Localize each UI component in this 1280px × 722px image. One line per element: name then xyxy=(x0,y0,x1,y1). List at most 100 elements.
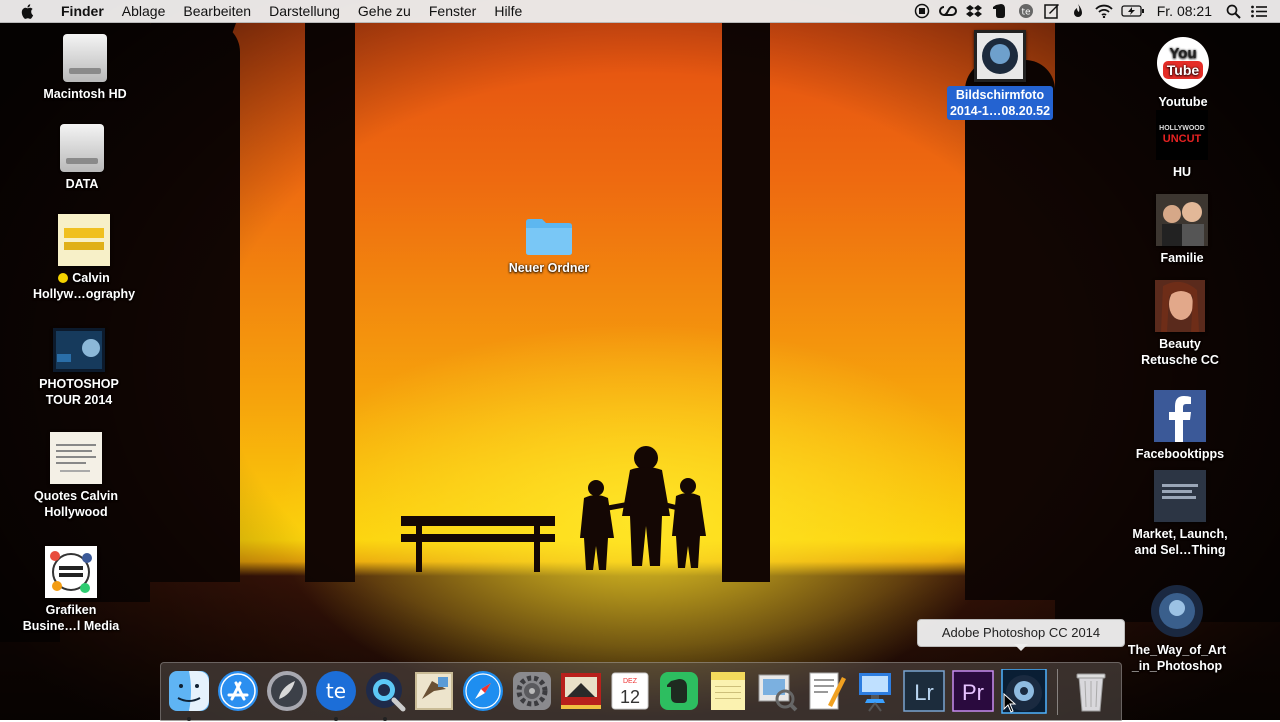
svg-text:te: te xyxy=(1021,8,1031,18)
folder-icon xyxy=(526,219,572,255)
desktop-item-photoshop-tour[interactable]: PHOTOSHOP TOUR 2014 xyxy=(24,328,134,408)
dock-preview[interactable] xyxy=(755,669,799,713)
dock-premiere[interactable]: Pr xyxy=(951,669,995,713)
dock-notes[interactable] xyxy=(706,669,750,713)
gear-icon xyxy=(513,672,551,710)
running-indicator xyxy=(187,717,191,721)
desktop-item-bildschirmfoto[interactable]: Bildschirmfoto 2014-1…08.20.52 xyxy=(945,30,1055,120)
desktop-item-label: Facebooktipps xyxy=(1135,447,1225,461)
dock-quicktime[interactable] xyxy=(363,669,407,721)
wifi-icon[interactable] xyxy=(1095,3,1113,19)
menu-fenster[interactable]: Fenster xyxy=(420,0,485,22)
menu-bearbeiten[interactable]: Bearbeiten xyxy=(174,0,260,22)
flame-icon[interactable] xyxy=(1069,3,1087,19)
menubar-clock[interactable]: Fr. 08:21 xyxy=(1149,3,1220,19)
desktop-item-way-of-art[interactable]: The_Way_of_Art _in_Photoshop xyxy=(1122,584,1232,674)
lightroom-text: Lr xyxy=(914,680,934,705)
facebook-icon xyxy=(1154,390,1206,442)
hard-drive-icon xyxy=(60,124,104,172)
screenshot-thumbnail xyxy=(974,30,1026,82)
hollywood-uncut-icon: HOLLYWOOD UNCUT xyxy=(1156,110,1208,160)
desktop-item-label: Quotes Calvin Hollywood xyxy=(33,489,119,519)
keynote-icon xyxy=(859,673,891,712)
desktop-item-label: PHOTOSHOP TOUR 2014 xyxy=(39,377,119,407)
premiere-icon: Pr xyxy=(952,670,994,712)
calendar-month: DEZ xyxy=(623,678,638,685)
dock-keynote[interactable] xyxy=(853,669,897,713)
dock-separator xyxy=(1057,669,1058,715)
beauty-portrait-thumbnail xyxy=(1155,280,1205,332)
calendar-day: 12 xyxy=(620,687,640,707)
desktop-item-label: Youtube xyxy=(1158,95,1208,109)
te-icon[interactable]: te xyxy=(1017,3,1035,19)
calvin-hollywood-thumbnail xyxy=(58,214,110,266)
desktop-item-neuer-ordner[interactable]: Neuer Ordner xyxy=(494,216,604,276)
apple-menu-icon[interactable] xyxy=(20,3,36,19)
mouse-pointer-icon xyxy=(1003,693,1017,713)
desktop-item-quotes[interactable]: Quotes Calvin Hollywood xyxy=(21,432,131,520)
calendar-icon: DEZ 12 xyxy=(611,672,649,710)
menu-app-finder[interactable]: Finder xyxy=(52,0,113,22)
desktop-item-beauty-retusche[interactable]: Beauty Retusche CC xyxy=(1125,280,1235,368)
evernote-icon[interactable] xyxy=(991,3,1009,19)
notes-icon[interactable] xyxy=(1043,3,1061,19)
dock-system-preferences[interactable] xyxy=(510,669,554,713)
spotlight-icon[interactable] xyxy=(1224,3,1242,19)
quotes-document-thumbnail xyxy=(50,432,102,484)
launchpad-icon xyxy=(267,671,307,711)
running-indicator xyxy=(334,717,338,721)
running-indicator xyxy=(383,717,387,721)
dock-trash[interactable] xyxy=(1069,669,1113,713)
menu-hilfe[interactable]: Hilfe xyxy=(485,0,531,22)
desktop-item-data[interactable]: DATA xyxy=(27,124,137,192)
dock-tooltip: Adobe Photoshop CC 2014 xyxy=(917,619,1125,647)
desktop-item-label: DATA xyxy=(65,177,99,191)
youtube-icon: You Tube xyxy=(1157,37,1209,89)
lightroom-icon: Lr xyxy=(903,670,945,712)
desktop-item-market-launch[interactable]: Market, Launch, and Sel…Thing xyxy=(1125,470,1235,558)
menu-gehe-zu[interactable]: Gehe zu xyxy=(349,0,420,22)
notes-icon xyxy=(711,672,745,710)
desktop-item-facebooktipps[interactable]: Facebooktipps xyxy=(1125,390,1235,462)
svg-text:te: te xyxy=(326,679,346,703)
desktop-item-label: Familie xyxy=(1160,251,1204,265)
menu-darstellung[interactable]: Darstellung xyxy=(260,0,349,22)
desktop-item-calvin-hollywood[interactable]: Calvin Hollyw…ography xyxy=(29,214,139,302)
notification-center-icon[interactable] xyxy=(1250,3,1268,19)
dock-safari[interactable] xyxy=(461,669,505,713)
youtube-icon-text-bottom: Tube xyxy=(1167,62,1200,78)
hu-icon-text-top: HOLLYWOOD xyxy=(1159,125,1205,132)
mail-icon xyxy=(415,672,453,710)
evernote-icon xyxy=(660,672,698,710)
family-photo-thumbnail xyxy=(1156,194,1208,246)
desktop-item-hu[interactable]: HOLLYWOOD UNCUT HU xyxy=(1127,110,1237,180)
creative-cloud-icon[interactable] xyxy=(938,3,957,19)
record-icon[interactable] xyxy=(913,3,931,19)
dock-teamviewer[interactable]: te xyxy=(314,669,358,721)
desktop-item-label: Macintosh HD xyxy=(43,87,127,101)
dock-mail[interactable] xyxy=(412,669,456,713)
menu-ablage[interactable]: Ablage xyxy=(113,0,175,22)
app-store-icon xyxy=(218,671,258,711)
dock-calendar[interactable]: DEZ 12 xyxy=(608,669,652,713)
desktop-item-label: HU xyxy=(1172,165,1192,179)
dock-launchpad[interactable] xyxy=(265,669,309,713)
dock-app-store[interactable] xyxy=(216,669,260,713)
dock-pages[interactable] xyxy=(804,669,848,713)
book-cover-thumbnail xyxy=(1154,470,1206,522)
desktop-item-grafiken[interactable]: Grafiken Busine…l Media xyxy=(16,546,126,634)
youtube-icon-text-top: You xyxy=(1169,45,1196,62)
desktop-item-macintosh-hd[interactable]: Macintosh HD xyxy=(30,34,140,102)
dock-lightroom[interactable]: Lr xyxy=(902,669,946,713)
dock-evernote[interactable] xyxy=(657,669,701,713)
dock-finder[interactable] xyxy=(167,669,211,721)
desktop-item-familie[interactable]: Familie xyxy=(1127,194,1237,266)
desktop-item-youtube[interactable]: You Tube Youtube xyxy=(1128,36,1238,110)
dock-photo-booth[interactable] xyxy=(559,669,603,713)
desktop-item-label: Market, Launch, and Sel…Thing xyxy=(1132,527,1228,557)
desktop-item-label: Calvin Hollyw…ography xyxy=(32,271,136,301)
status-area: te Fr. 08:21 xyxy=(909,0,1280,22)
dock-tooltip-arrow xyxy=(1014,644,1028,651)
dropbox-icon[interactable] xyxy=(965,3,983,19)
battery-charging-icon[interactable] xyxy=(1121,3,1145,19)
